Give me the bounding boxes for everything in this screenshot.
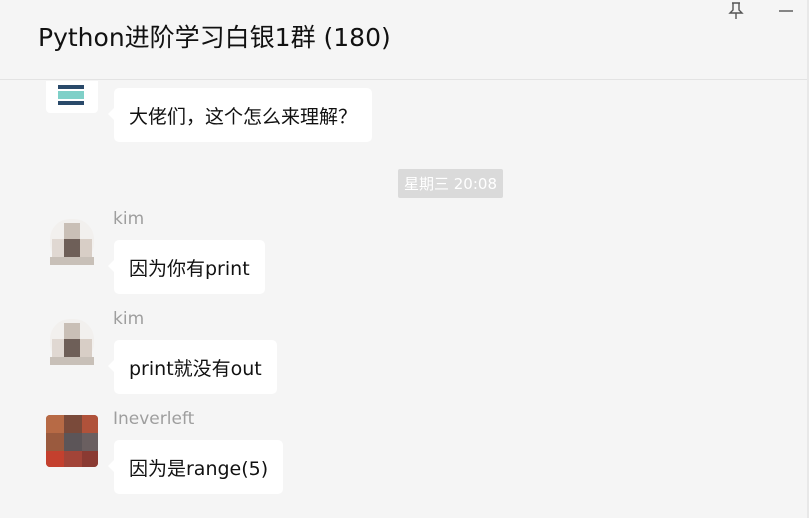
chat-header: Python进阶学习白银1群 (180) [0,0,809,80]
minimize-icon [779,10,793,12]
message-text: 大佬们，这个怎么来理解？ [129,105,358,128]
kim-avatar[interactable] [46,215,98,267]
message-text: print就没有out [129,357,262,380]
timestamp-label: 星期三 20:08 [398,169,503,198]
message-text: 因为是range(5) [129,457,269,480]
message-list[interactable]: 大佬们，这个怎么来理解？ 星期三 20:08 kim 因为你有print kim… [0,81,807,518]
kim-avatar[interactable] [46,315,98,367]
minimize-button[interactable] [771,0,801,22]
pin-icon [728,2,744,19]
ineverleft-avatar[interactable] [46,415,98,467]
sender-name: kim [113,309,145,329]
chat-title: Python进阶学习白银1群 (180) [38,23,391,52]
group-avatar[interactable] [46,81,98,113]
message-bubble[interactable]: 大佬们，这个怎么来理解？ [107,88,373,142]
message-bubble[interactable]: 因为是range(5) [107,440,284,494]
pin-button[interactable] [721,0,751,22]
message-bubble[interactable]: print就没有out [108,340,277,394]
sender-name: Ineverleft [113,409,195,429]
message-text: 因为你有print [129,257,250,280]
sender-name: kim [113,209,145,229]
message-bubble[interactable]: 因为你有print [108,240,265,294]
